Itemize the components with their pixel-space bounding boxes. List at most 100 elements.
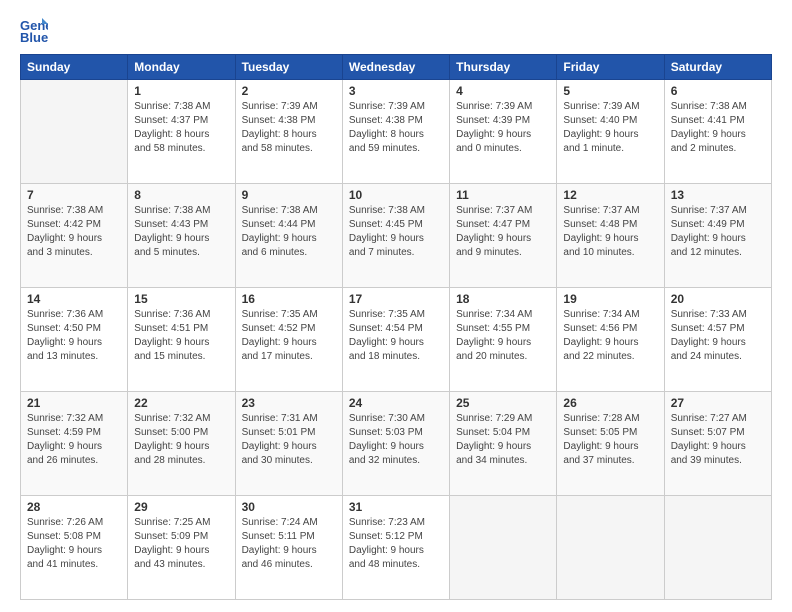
calendar-cell: 4Sunrise: 7:39 AM Sunset: 4:39 PM Daylig… [450,80,557,184]
calendar-cell: 9Sunrise: 7:38 AM Sunset: 4:44 PM Daylig… [235,184,342,288]
day-number: 17 [349,292,443,306]
logo: General Blue [20,16,52,44]
day-number: 12 [563,188,657,202]
weekday-header-wednesday: Wednesday [342,55,449,80]
calendar-cell: 10Sunrise: 7:38 AM Sunset: 4:45 PM Dayli… [342,184,449,288]
day-number: 15 [134,292,228,306]
weekday-header-saturday: Saturday [664,55,771,80]
calendar-cell: 14 Sunrise: 7:36 AM Sunset: 4:50 PM Dayli… [21,288,128,392]
day-info: Sunrise: 7:35 AM Sunset: 4:54 PM Dayligh… [349,308,443,364]
logo-icon: General Blue [20,16,48,44]
day-number: 19 [563,292,657,306]
calendar-cell: 31 Sunrise: 7:23 AM Sunset: 5:12 PM Dayli… [342,496,449,600]
day-info: Sunrise: 7:24 AM Sunset: 5:11 PM Dayligh… [242,516,336,572]
day-number: 30 [242,500,336,514]
day-number: 8 [134,188,228,202]
day-info: Sunrise: 7:37 AM Sunset: 4:48 PM Dayligh… [563,204,657,260]
day-number: 14 [27,292,121,306]
calendar-cell: 25 Sunrise: 7:29 AM Sunset: 5:04 PM Dayli… [450,392,557,496]
day-number: 3 [349,84,443,98]
day-number: 20 [671,292,765,306]
day-info: Sunrise: 7:39 AM Sunset: 4:39 PM Dayligh… [456,100,550,156]
calendar-cell: 18 Sunrise: 7:34 AM Sunset: 4:55 PM Dayli… [450,288,557,392]
day-number: 31 [349,500,443,514]
day-number: 5 [563,84,657,98]
day-number: 18 [456,292,550,306]
page: General Blue SundayMondayTuesdayWednesda… [0,0,792,612]
calendar-cell: 8 Sunrise: 7:38 AM Sunset: 4:43 PM Daylig… [128,184,235,288]
day-number: 16 [242,292,336,306]
calendar-cell: 30 Sunrise: 7:24 AM Sunset: 5:11 PM Dayli… [235,496,342,600]
weekday-header-friday: Friday [557,55,664,80]
calendar-cell: 11 Sunrise: 7:37 AM Sunset: 4:47 PM Dayli… [450,184,557,288]
day-number: 21 [27,396,121,410]
weekday-header-row: SundayMondayTuesdayWednesdayThursdayFrid… [21,55,772,80]
day-info: Sunrise: 7:33 AM Sunset: 4:57 PM Dayligh… [671,308,765,364]
day-number: 29 [134,500,228,514]
day-number: 25 [456,396,550,410]
calendar-cell: 12 Sunrise: 7:37 AM Sunset: 4:48 PM Dayli… [557,184,664,288]
day-info: Sunrise: 7:23 AM Sunset: 5:12 PM Dayligh… [349,516,443,572]
day-info: Sunrise: 7:34 AM Sunset: 4:56 PM Dayligh… [563,308,657,364]
weekday-header-tuesday: Tuesday [235,55,342,80]
day-info: Sunrise: 7:25 AM Sunset: 5:09 PM Dayligh… [134,516,228,572]
calendar-cell [664,496,771,600]
calendar-cell [450,496,557,600]
day-info: Sunrise: 7:39 AM Sunset: 4:38 PM Dayligh… [349,100,443,156]
day-info: Sunrise: 7:37 AM Sunset: 4:47 PM Dayligh… [456,204,550,260]
day-number: 6 [671,84,765,98]
calendar-cell: 13 Sunrise: 7:37 AM Sunset: 4:49 PM Dayli… [664,184,771,288]
day-number: 23 [242,396,336,410]
day-info: Sunrise: 7:26 AM Sunset: 5:08 PM Dayligh… [27,516,121,572]
calendar-cell: 16Sunrise: 7:35 AM Sunset: 4:52 PM Dayli… [235,288,342,392]
day-info: Sunrise: 7:36 AM Sunset: 4:50 PM Dayligh… [27,308,121,364]
week-row-4: 21 Sunrise: 7:32 AM Sunset: 4:59 PM Dayli… [21,392,772,496]
day-info: Sunrise: 7:32 AM Sunset: 4:59 PM Dayligh… [27,412,121,468]
day-info: Sunrise: 7:37 AM Sunset: 4:49 PM Dayligh… [671,204,765,260]
calendar-cell: 23 Sunrise: 7:31 AM Sunset: 5:01 PM Dayli… [235,392,342,496]
calendar-cell: 24 Sunrise: 7:30 AM Sunset: 5:03 PM Dayli… [342,392,449,496]
day-info: Sunrise: 7:28 AM Sunset: 5:05 PM Dayligh… [563,412,657,468]
week-row-5: 28 Sunrise: 7:26 AM Sunset: 5:08 PM Dayli… [21,496,772,600]
day-info: Sunrise: 7:29 AM Sunset: 5:04 PM Dayligh… [456,412,550,468]
calendar-cell: 26Sunrise: 7:28 AM Sunset: 5:05 PM Dayli… [557,392,664,496]
calendar-cell: 27 Sunrise: 7:27 AM Sunset: 5:07 PM Dayli… [664,392,771,496]
day-number: 11 [456,188,550,202]
calendar-cell: 22 Sunrise: 7:32 AM Sunset: 5:00 PM Dayli… [128,392,235,496]
week-row-1: 1Sunrise: 7:38 AM Sunset: 4:37 PM Daylig… [21,80,772,184]
calendar-cell: 5Sunrise: 7:39 AM Sunset: 4:40 PM Daylig… [557,80,664,184]
week-row-3: 14 Sunrise: 7:36 AM Sunset: 4:50 PM Dayli… [21,288,772,392]
day-info: Sunrise: 7:32 AM Sunset: 5:00 PM Dayligh… [134,412,228,468]
day-number: 24 [349,396,443,410]
day-info: Sunrise: 7:38 AM Sunset: 4:45 PM Dayligh… [349,204,443,260]
day-info: Sunrise: 7:38 AM Sunset: 4:42 PM Dayligh… [27,204,121,260]
weekday-header-thursday: Thursday [450,55,557,80]
calendar-cell [557,496,664,600]
day-info: Sunrise: 7:27 AM Sunset: 5:07 PM Dayligh… [671,412,765,468]
day-number: 27 [671,396,765,410]
day-info: Sunrise: 7:31 AM Sunset: 5:01 PM Dayligh… [242,412,336,468]
day-number: 1 [134,84,228,98]
calendar-cell: 21 Sunrise: 7:32 AM Sunset: 4:59 PM Dayli… [21,392,128,496]
day-info: Sunrise: 7:39 AM Sunset: 4:38 PM Dayligh… [242,100,336,156]
calendar-table: SundayMondayTuesdayWednesdayThursdayFrid… [20,54,772,600]
day-info: Sunrise: 7:38 AM Sunset: 4:41 PM Dayligh… [671,100,765,156]
day-number: 2 [242,84,336,98]
header: General Blue [20,16,772,44]
day-info: Sunrise: 7:30 AM Sunset: 5:03 PM Dayligh… [349,412,443,468]
day-info: Sunrise: 7:36 AM Sunset: 4:51 PM Dayligh… [134,308,228,364]
day-number: 28 [27,500,121,514]
calendar-cell: 28 Sunrise: 7:26 AM Sunset: 5:08 PM Dayli… [21,496,128,600]
calendar-cell: 20 Sunrise: 7:33 AM Sunset: 4:57 PM Dayli… [664,288,771,392]
day-info: Sunrise: 7:34 AM Sunset: 4:55 PM Dayligh… [456,308,550,364]
day-info: Sunrise: 7:38 AM Sunset: 4:43 PM Dayligh… [134,204,228,260]
day-number: 22 [134,396,228,410]
calendar-cell: 1Sunrise: 7:38 AM Sunset: 4:37 PM Daylig… [128,80,235,184]
weekday-header-monday: Monday [128,55,235,80]
weekday-header-sunday: Sunday [21,55,128,80]
calendar-cell: 3 Sunrise: 7:39 AM Sunset: 4:38 PM Daylig… [342,80,449,184]
calendar-cell: 7 Sunrise: 7:38 AM Sunset: 4:42 PM Daylig… [21,184,128,288]
day-number: 13 [671,188,765,202]
day-number: 7 [27,188,121,202]
calendar-cell: 19 Sunrise: 7:34 AM Sunset: 4:56 PM Dayli… [557,288,664,392]
